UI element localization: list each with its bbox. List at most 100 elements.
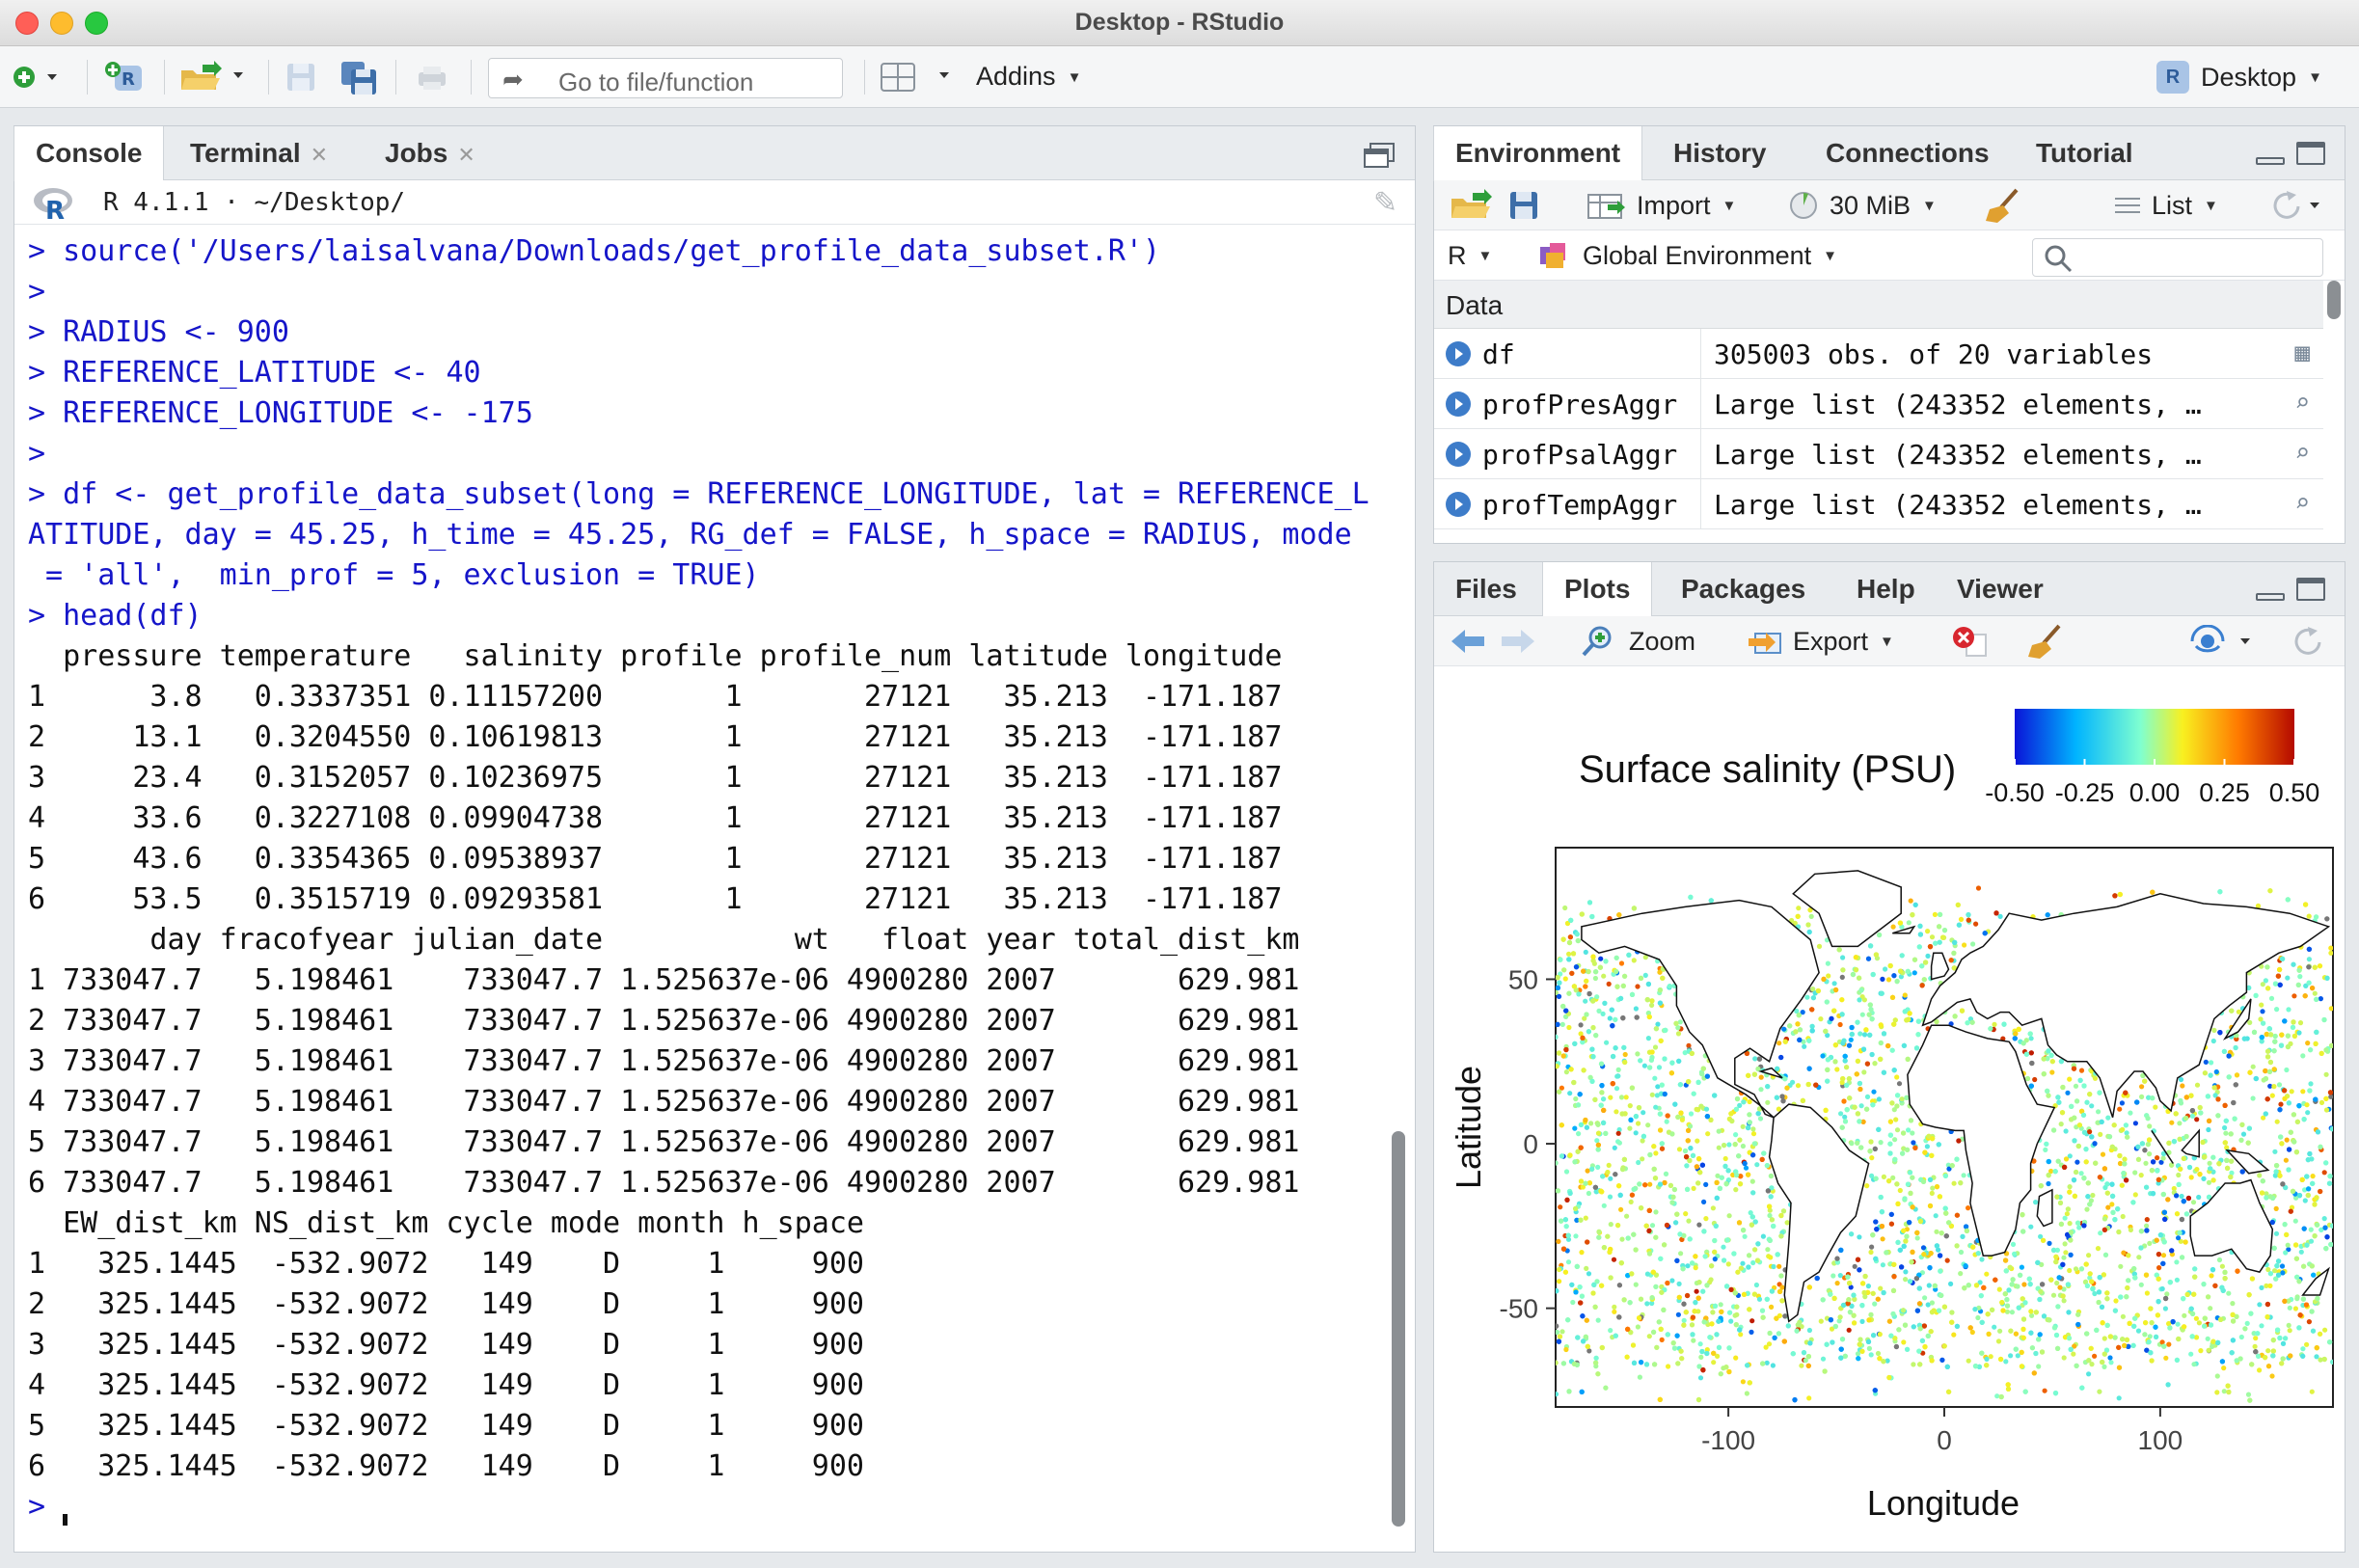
refresh-env-button[interactable]: [2269, 188, 2327, 223]
minimize-pane-icon[interactable]: [2256, 593, 2285, 601]
refresh-plot-button[interactable]: [2291, 624, 2329, 659]
expand-object-icon[interactable]: [1446, 492, 1471, 517]
pane-layout-button[interactable]: [880, 60, 957, 95]
salinity-point: [2035, 1259, 2041, 1265]
tab-plots[interactable]: Plots: [1542, 562, 1653, 617]
save-workspace-button[interactable]: [1507, 188, 1540, 223]
tab-environment[interactable]: Environment: [1433, 126, 1643, 181]
env-row-profTempAggr[interactable]: profTempAggr Large list (243352 elements,…: [1434, 479, 2323, 529]
minimize-pane-icon[interactable]: [2256, 157, 2285, 165]
env-row-df[interactable]: df 305003 obs. of 20 variables ▦: [1434, 329, 2323, 379]
refresh-icon: [2294, 627, 2321, 655]
save-button[interactable]: [282, 60, 320, 95]
new-file-button[interactable]: [6, 60, 73, 95]
clear-workspace-button[interactable]: [1984, 188, 2022, 223]
restore-pane-icon[interactable]: [1363, 142, 1396, 169]
console-scroll-thumb[interactable]: [1392, 1131, 1405, 1527]
salinity-point: [2065, 1206, 2071, 1212]
project-label: Desktop: [2201, 62, 2297, 92]
salinity-point: [1768, 1255, 1774, 1260]
salinity-point: [2122, 1156, 2128, 1162]
publish-button[interactable]: [2188, 624, 2260, 659]
memory-usage-button[interactable]: 30 MiB ▼: [1787, 188, 1937, 223]
salinity-point: [1704, 1350, 1710, 1357]
expand-object-icon[interactable]: [1446, 341, 1471, 366]
expand-object-icon[interactable]: [1446, 392, 1471, 417]
load-workspace-button[interactable]: [1448, 188, 1494, 223]
clear-plots-button[interactable]: [2026, 624, 2065, 659]
clear-console-icon[interactable]: ✎: [1373, 186, 1397, 220]
environment-pane: Environment History Connections Tutorial…: [1433, 125, 2345, 544]
salinity-point: [2314, 1345, 2319, 1351]
salinity-point: [1712, 1303, 1719, 1309]
save-all-button[interactable]: [338, 60, 380, 95]
tab-tutorial[interactable]: Tutorial: [2015, 126, 2155, 180]
salinity-point: [1563, 1346, 1569, 1353]
env-row-profPsalAggr[interactable]: profPsalAggr Large list (243352 elements,…: [1434, 429, 2323, 479]
maximize-pane-icon[interactable]: [2296, 142, 2325, 165]
tab-files[interactable]: Files: [1434, 562, 1538, 616]
search-icon[interactable]: ⌕: [2294, 489, 2310, 518]
next-plot-button[interactable]: [1498, 624, 1536, 659]
salinity-point: [1900, 1150, 1906, 1156]
search-icon[interactable]: ⌕: [2294, 439, 2310, 468]
project-menu[interactable]: R Desktop ▼: [2156, 60, 2322, 95]
salinity-point: [2063, 1128, 2069, 1134]
open-file-button[interactable]: [177, 60, 255, 95]
table-icon[interactable]: ▦: [2294, 338, 2310, 367]
expand-object-icon[interactable]: [1446, 442, 1471, 467]
salinity-point: [1885, 977, 1892, 983]
salinity-point: [1556, 1160, 1559, 1166]
tab-console[interactable]: Console: [14, 126, 165, 181]
salinity-point: [2003, 1257, 2009, 1263]
tab-help[interactable]: Help: [1835, 562, 1937, 616]
zoom-plot-button[interactable]: Zoom: [1581, 624, 1695, 659]
language-menu[interactable]: R ▼: [1448, 238, 1492, 273]
console-pane: Console Terminal ✕ Jobs ✕ R R 4.1.1 · ~/De…: [14, 125, 1416, 1553]
salinity-point: [2078, 1068, 2085, 1073]
salinity-point: [2081, 1129, 2088, 1135]
salinity-point: [1841, 1038, 1847, 1043]
environment-scope-menu[interactable]: Global Environment ▼: [1536, 238, 1837, 273]
salinity-point: [1820, 1297, 1826, 1303]
print-button[interactable]: [413, 60, 451, 95]
salinity-point: [1676, 1281, 1682, 1286]
maximize-pane-icon[interactable]: [2296, 578, 2325, 601]
salinity-point: [2191, 1362, 2197, 1367]
salinity-point: [1944, 1364, 1950, 1369]
tab-connections[interactable]: Connections: [1804, 126, 2011, 180]
close-icon[interactable]: ✕: [311, 143, 328, 167]
salinity-point: [2081, 1083, 2087, 1089]
env-scrollbar[interactable]: [2327, 281, 2341, 319]
env-row-profPresAggr[interactable]: profPresAggr Large list (243352 elements,…: [1434, 379, 2323, 429]
previous-plot-button[interactable]: [1450, 624, 1488, 659]
addins-menu[interactable]: Addins ▼: [976, 62, 1081, 92]
salinity-point: [1936, 1142, 1941, 1148]
search-icon[interactable]: ⌕: [2294, 389, 2310, 418]
env-search-input[interactable]: [2032, 238, 2323, 277]
goto-file-function-input[interactable]: ➦ Go to file/function: [488, 58, 843, 98]
salinity-point: [1756, 1296, 1763, 1302]
console-command-line: > REFERENCE_LONGITUDE <- -175: [28, 396, 533, 430]
salinity-point: [2308, 1047, 2314, 1053]
tab-jobs[interactable]: Jobs ✕: [364, 126, 497, 180]
console-scrollbar[interactable]: [1390, 226, 1409, 1546]
tab-packages[interactable]: Packages: [1660, 562, 1827, 616]
salinity-point: [2321, 1016, 2327, 1023]
view-mode-menu[interactable]: List ▼: [2113, 188, 2218, 223]
salinity-point: [2272, 981, 2279, 987]
new-project-button[interactable]: R: [102, 60, 150, 95]
salinity-point: [1839, 974, 1845, 980]
salinity-point: [2208, 1322, 2214, 1328]
close-icon[interactable]: ✕: [457, 143, 475, 167]
tab-terminal[interactable]: Terminal ✕: [169, 126, 349, 180]
salinity-point: [2042, 1388, 2047, 1393]
tab-viewer[interactable]: Viewer: [1936, 562, 2065, 616]
import-dataset-button[interactable]: Import ▼: [1586, 188, 1736, 223]
salinity-point: [1693, 1300, 1698, 1306]
salinity-point: [1679, 1117, 1685, 1122]
export-plot-button[interactable]: Export ▼: [1747, 624, 1894, 659]
console-output[interactable]: > source('/Users/laisalvana/Downloads/ge…: [14, 226, 1386, 1552]
tab-history[interactable]: History: [1652, 126, 1787, 180]
remove-plot-button[interactable]: [1951, 624, 1990, 659]
